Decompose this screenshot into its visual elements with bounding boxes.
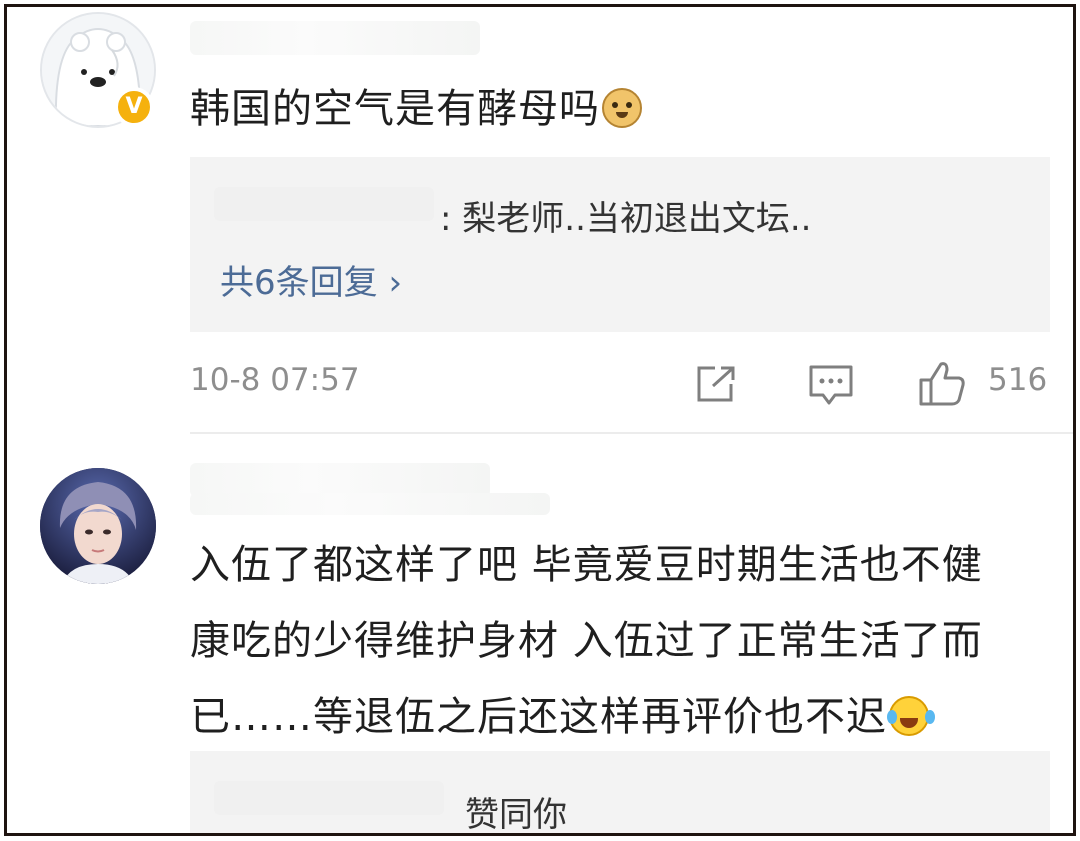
username-placeholder[interactable] [190, 21, 480, 55]
comment-icon [809, 365, 853, 405]
comment-text-line: 已……等退伍之后还这样再评价也不迟 [190, 694, 887, 740]
person-avatar-icon [40, 468, 156, 584]
reply-username-placeholder [214, 781, 444, 815]
username-placeholder[interactable] [190, 463, 490, 497]
timestamp: 10-8 07:57 [190, 362, 360, 398]
share-icon [697, 366, 735, 402]
reply-username-placeholder [214, 187, 434, 221]
laughing-crying-emoji-icon [887, 696, 929, 736]
reply-preview-text: 赞同你 [465, 795, 567, 835]
person-avatar[interactable] [40, 468, 156, 584]
comment-text: 韩国的空气是有酵母吗 [190, 71, 642, 147]
comment-text-line-with-emoji: 已……等退伍之后还这样再评价也不迟 [190, 679, 983, 755]
verified-badge: V [114, 87, 154, 127]
comment-text-body: 韩国的空气是有酵母吗 [190, 86, 600, 132]
user-meta-placeholder [190, 493, 550, 515]
comment-divider [190, 432, 1073, 434]
screenshot-frame: V 韩国的空气是有酵母吗 : 梨老师..当初退出文坛.. 共6条回复 › 10-… [4, 4, 1076, 836]
thumbs-up-icon [919, 362, 965, 406]
like-button[interactable] [917, 360, 967, 412]
like-count: 516 [988, 362, 1048, 398]
share-button[interactable] [695, 364, 739, 408]
comment-text: 入伍了都这样了吧 毕竟爱豆时期生活也不健 康吃的少得维护身材 入伍过了正常生活了… [190, 527, 983, 755]
more-replies-link[interactable]: 共6条回复 › [220, 255, 402, 304]
reply-preview-box[interactable]: : 梨老师..当初退出文坛.. 共6条回复 › [190, 157, 1050, 332]
reply-preview-text: : 梨老师..当初退出文坛.. [440, 199, 812, 239]
reply-preview-box[interactable]: 赞同你 [190, 751, 1050, 835]
comment-button[interactable] [808, 364, 854, 412]
doge-emoji-icon [602, 88, 642, 128]
comment-text-line: 康吃的少得维护身材 入伍过了正常生活了而 [190, 618, 983, 664]
comment-text-line: 入伍了都这样了吧 毕竟爱豆时期生活也不健 [190, 542, 983, 588]
